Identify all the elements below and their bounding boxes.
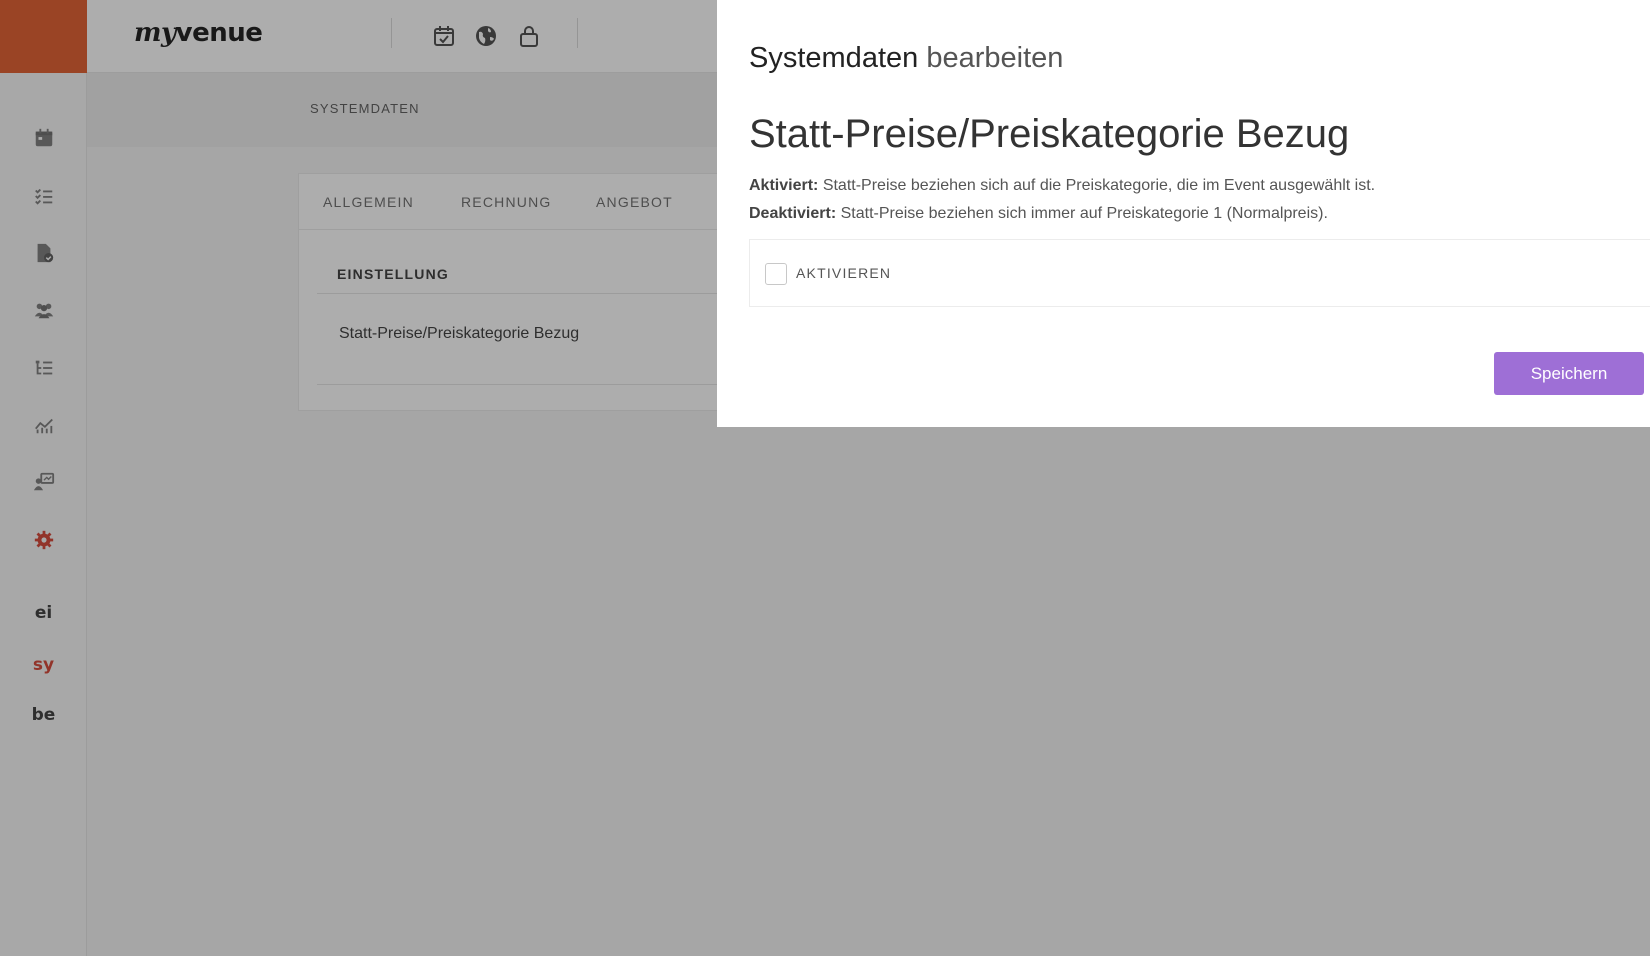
activated-description: Aktiviert: Statt-Preise beziehen sich au…	[749, 177, 1375, 195]
save-button[interactable]: Speichern	[1494, 352, 1644, 395]
activate-checkbox[interactable]	[765, 263, 787, 285]
panel-title: Systemdaten bearbeiten	[749, 42, 1063, 75]
panel-title-strong: Systemdaten	[749, 42, 919, 74]
deactivated-label: Deaktiviert:	[749, 205, 837, 222]
activate-option: AKTIVIEREN	[749, 239, 1650, 307]
activate-checkbox-label[interactable]: AKTIVIEREN	[796, 265, 891, 281]
deactivated-text: Statt-Preise beziehen sich immer auf Pre…	[840, 205, 1328, 222]
setting-heading: Statt-Preise/Preiskategorie Bezug	[749, 112, 1350, 156]
activated-label: Aktiviert:	[749, 177, 819, 194]
panel-title-light: bearbeiten	[926, 42, 1064, 74]
activated-text: Statt-Preise beziehen sich auf die Preis…	[822, 177, 1376, 194]
edit-panel: Systemdaten bearbeiten Statt-Preise/Prei…	[717, 0, 1650, 427]
deactivated-description: Deaktiviert: Statt-Preise beziehen sich …	[749, 205, 1328, 223]
